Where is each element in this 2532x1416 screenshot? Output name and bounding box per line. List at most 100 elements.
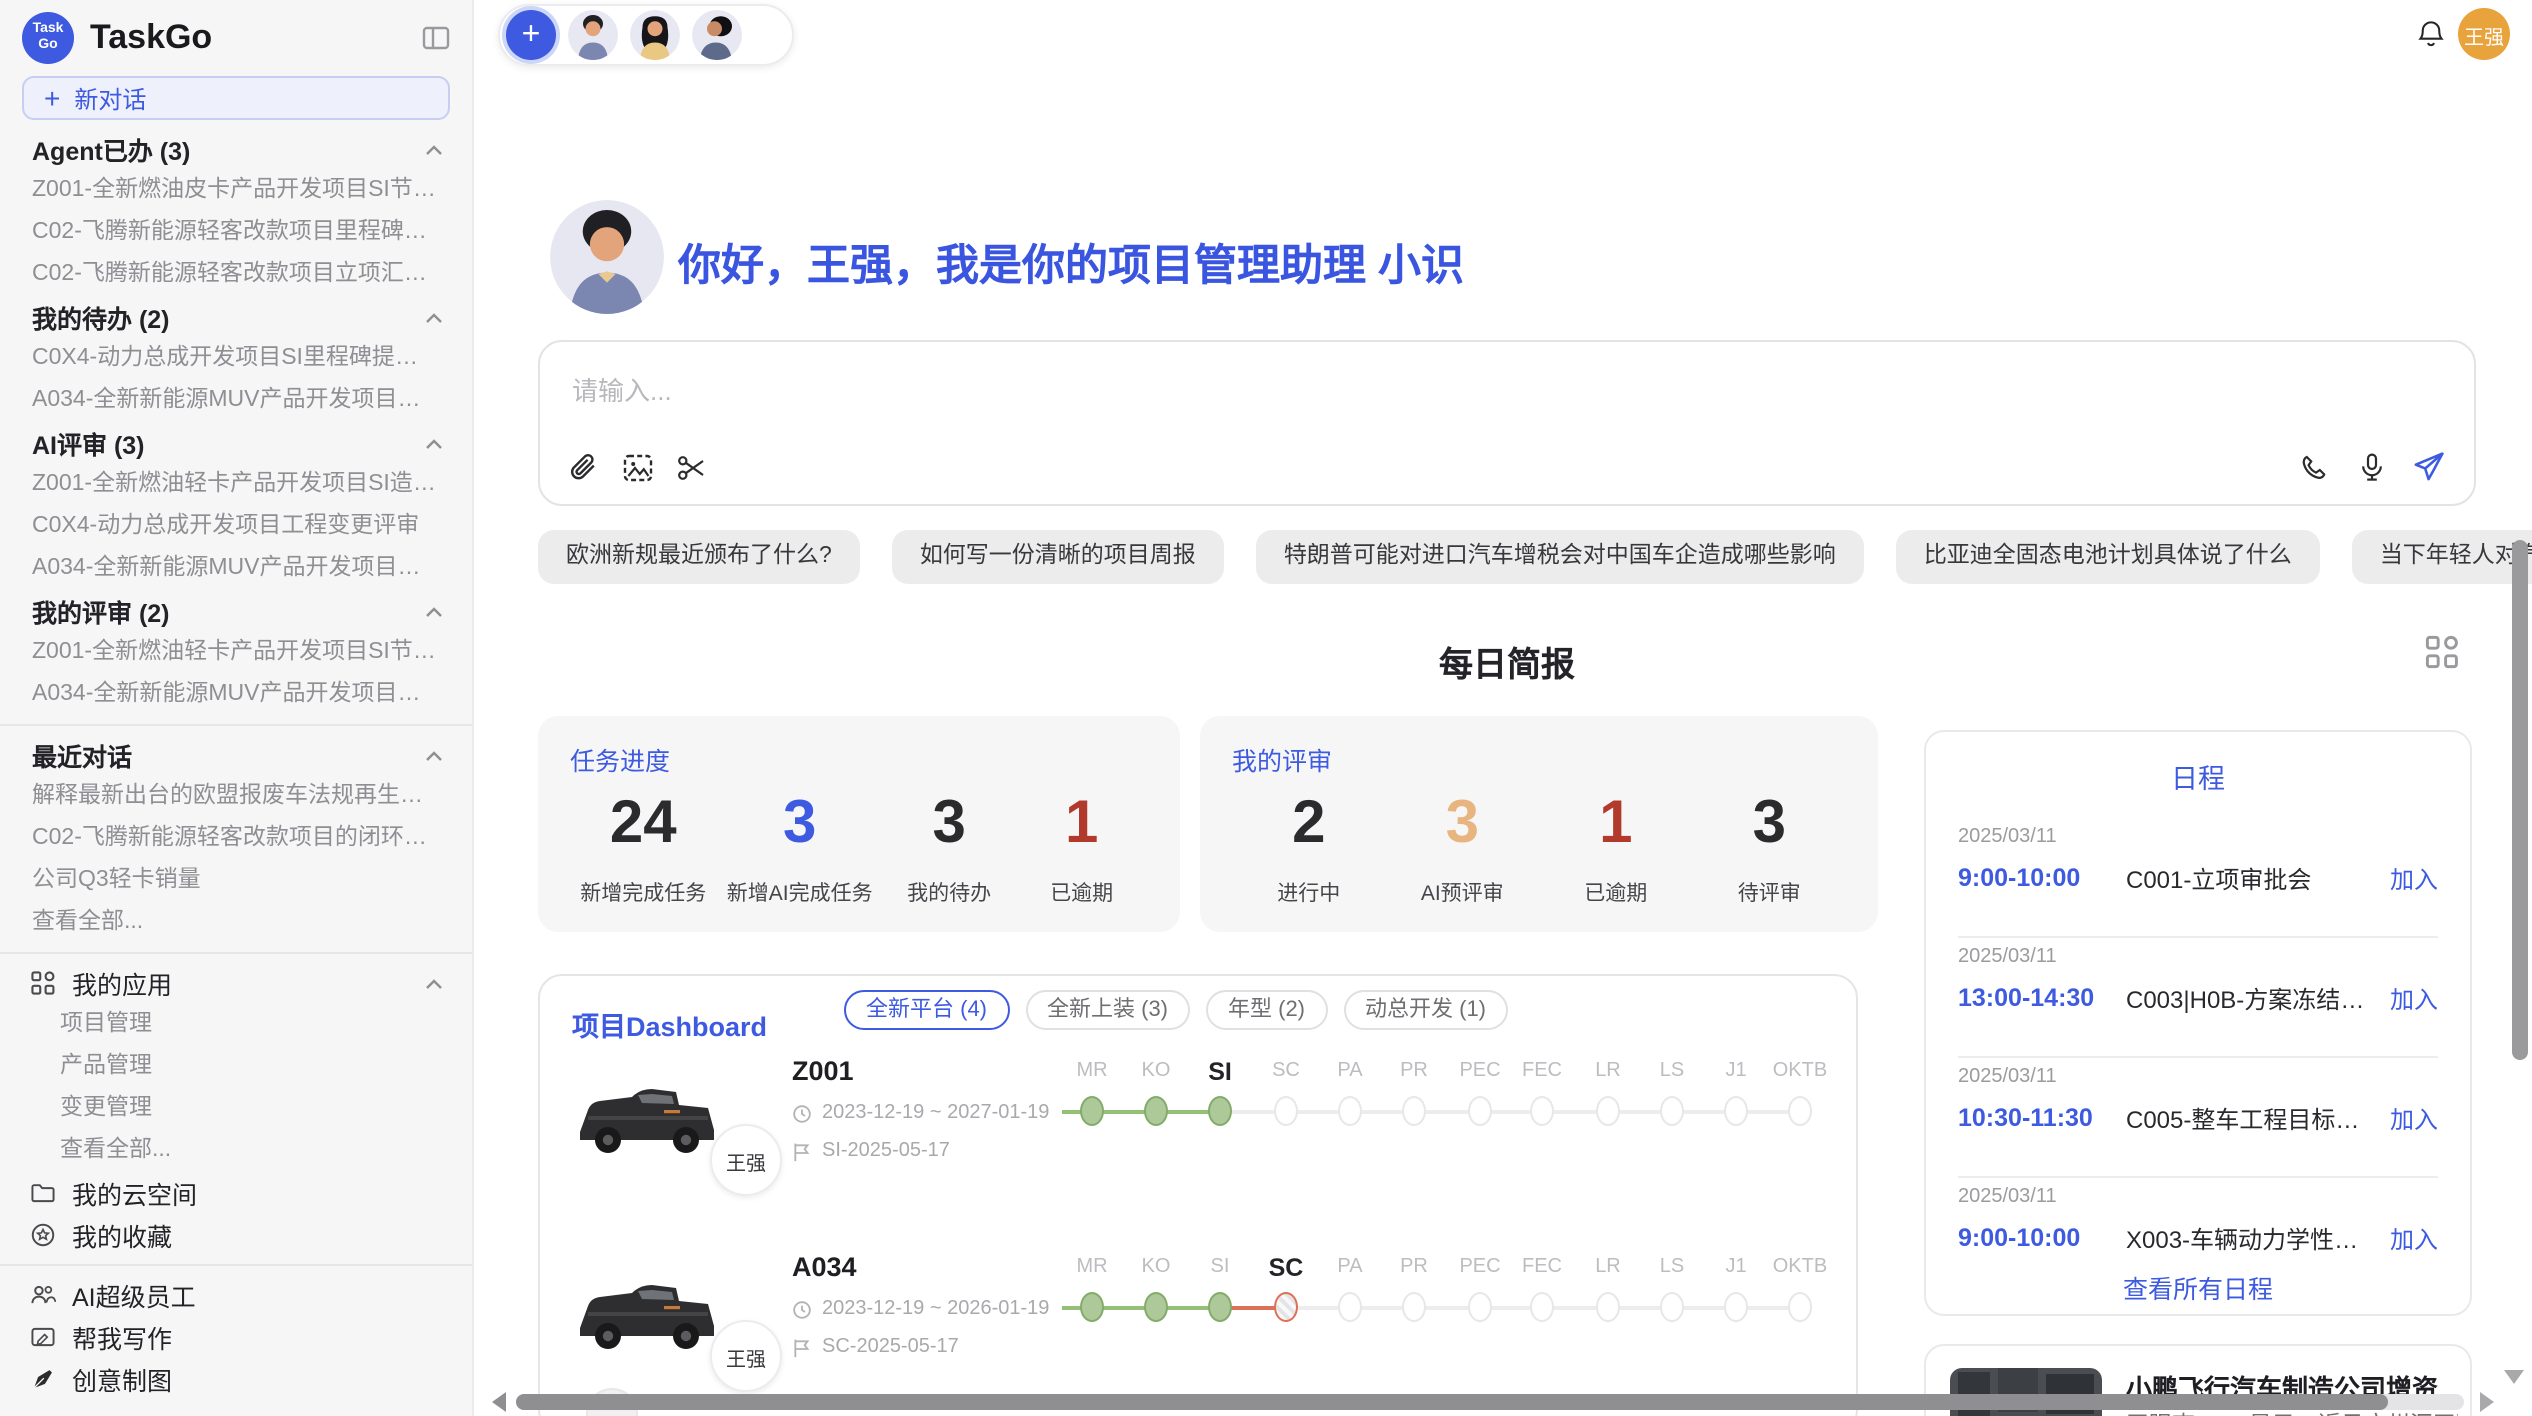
sidebar-section-my-todo[interactable]: 我的待办 (2) (0, 296, 472, 338)
vertical-scrollbar-thumb[interactable] (2512, 540, 2528, 1060)
chevron-up-icon[interactable] (422, 139, 446, 159)
sidebar-item[interactable]: C0X4-动力总成开发项目工程变更评审 (0, 506, 472, 548)
sidebar-item-help-me-write[interactable]: 帮我写作 (0, 1316, 472, 1358)
sidebar-view-all-chats[interactable]: 查看全部... (0, 902, 472, 944)
section-title: AI评审 (3) (32, 424, 145, 462)
project-row[interactable]: 王强 Z001 2023-12-19 ~ 2027-01-19 SI-2025-… (540, 1052, 1856, 1252)
dashboard-title: 项目Dashboard (572, 1004, 767, 1044)
sidebar-list: Agent已办 (3) Z001-全新燃油皮卡产品开发项目SI节点Lesson … (0, 128, 472, 1400)
view-all-schedule-link[interactable]: 查看所有日程 (1926, 1268, 2470, 1306)
join-link[interactable]: 加入 (2390, 861, 2438, 895)
send-icon[interactable] (2412, 450, 2446, 484)
user-avatar[interactable]: 王强 (2458, 8, 2510, 60)
sidebar-item-ai-super-staff[interactable]: AI超级员工 (0, 1274, 472, 1316)
tab-model-year[interactable]: 年型 (2) (1206, 990, 1327, 1030)
agent-avatar[interactable] (568, 10, 618, 60)
app-title: TaskGo (90, 18, 406, 58)
sidebar-item[interactable]: Z001-全新燃油轻卡产品开发项目SI节点属性5D文件评审 (0, 632, 472, 674)
sidebar-item-project-mgmt[interactable]: 项目管理 (0, 1004, 472, 1046)
sidebar-item-creative-drawing[interactable]: 创意制图 (0, 1358, 472, 1400)
section-title: Agent已办 (3) (32, 130, 190, 168)
stat: 1已逾期 (1560, 790, 1672, 908)
sidebar-view-all-apps[interactable]: 查看全部... (0, 1130, 472, 1172)
cloud-space-label: 我的云空间 (72, 1174, 197, 1212)
layout-grid-icon[interactable] (2424, 634, 2460, 670)
project-code: A034 (792, 1252, 1049, 1282)
divider (1958, 1176, 2438, 1178)
project-info: Z001 2023-12-19 ~ 2027-01-19 SI-2025-05-… (792, 1056, 1049, 1162)
project-row[interactable]: 王强 A034 2023-12-19 ~ 2026-01-19 SC-2025-… (540, 1248, 1856, 1416)
collapse-panel-icon[interactable] (422, 24, 450, 52)
tab-powertrain[interactable]: 动总开发 (1) (1343, 990, 1508, 1030)
schedule-item: 9:00-10:00 X003-车辆动力学性能验... 加入 (1958, 1220, 2438, 1256)
scissors-icon[interactable] (676, 452, 708, 484)
sidebar-section-agent-done[interactable]: Agent已办 (3) (0, 128, 472, 170)
divider (1958, 1056, 2438, 1058)
sidebar-item[interactable]: A034-全新新能源MUV产品开发项目法规符合性评审 (0, 548, 472, 590)
chevron-up-icon[interactable] (422, 745, 446, 765)
scroll-left-arrow-icon[interactable] (492, 1392, 506, 1412)
sidebar-item[interactable]: Z001-全新燃油皮卡产品开发项目SI节点Lesson Learn报告 (0, 170, 472, 212)
sidebar-item-my-apps[interactable]: 我的应用 (0, 962, 472, 1004)
add-agent-button[interactable]: + (506, 10, 556, 60)
sidebar-item[interactable]: C02-飞腾新能源轻客改款项目立项汇报方案 (0, 254, 472, 296)
suggestion-chip[interactable]: 特朗普可能对进口汽车增税会对中国车企造成哪些影响 (1256, 530, 1864, 584)
sidebar-item[interactable]: A034-全新新能源MUV产品开发项目造型可行性评审 (0, 674, 472, 716)
sidebar-section-recent-chats[interactable]: 最近对话 (0, 734, 472, 776)
chevron-up-icon[interactable] (422, 433, 446, 453)
stats-row: 24新增完成任务 3新增AI完成任务 3我的待办 1已逾期 (570, 790, 1148, 908)
scroll-down-arrow-icon[interactable] (2504, 1370, 2524, 1384)
phone-icon[interactable] (2300, 451, 2332, 483)
milestone-node: PR (1380, 1254, 1448, 1322)
sidebar-item[interactable]: C02-飞腾新能源轻客改款项目的闭环通告反馈情况 (0, 818, 472, 860)
tab-new-platform[interactable]: 全新平台 (4) (844, 990, 1009, 1030)
stat: 2进行中 (1253, 790, 1365, 908)
sidebar-item-change-mgmt[interactable]: 变更管理 (0, 1088, 472, 1130)
suggestion-chip[interactable]: 欧洲新规最近颁布了什么? (538, 530, 860, 584)
chevron-up-icon[interactable] (422, 973, 446, 993)
chevron-up-icon[interactable] (422, 601, 446, 621)
sidebar-item[interactable]: A034-全新新能源MUV产品开发项目计划变更表编写 (0, 380, 472, 422)
sidebar-item[interactable]: 解释最新出台的欧盟报废车法规再生塑料比例被调至15%... (0, 776, 472, 818)
divider (0, 724, 472, 726)
composer-left-tools (568, 452, 708, 484)
schedule-name: C005-整车工程目标评审 (2126, 1101, 2374, 1135)
suggestion-chip[interactable]: 当下年轻人对汽车外观有怎样的喜好趋势 (2352, 530, 2532, 584)
suggestion-chips: 欧洲新规最近颁布了什么? 如何写一份清晰的项目周报 特朗普可能对进口汽车增税会对… (538, 530, 2532, 584)
sidebar-section-my-review[interactable]: 我的评审 (2) (0, 590, 472, 632)
sidebar-item-favorites[interactable]: 我的收藏 (0, 1214, 472, 1256)
schedule-card: 日程 2025/03/11 9:00-10:00 C001-立项审批会 加入 2… (1924, 730, 2472, 1316)
notification-bell-icon[interactable] (2416, 18, 2446, 50)
suggestion-chip[interactable]: 比亚迪全固态电池计划具体说了什么 (1896, 530, 2320, 584)
card-title: 任务进度 (570, 740, 1148, 778)
sidebar-item-product-mgmt[interactable]: 产品管理 (0, 1046, 472, 1088)
project-dashboard-card: 项目Dashboard 全新平台 (4) 全新上装 (3) 年型 (2) 动总开… (538, 974, 1858, 1416)
sidebar-item[interactable]: Z001-全新燃油轻卡产品开发项目SI造型提交物评审 (0, 464, 472, 506)
sidebar-item[interactable]: C0X4-动力总成开发项目SI里程碑提交物检查 (0, 338, 472, 380)
milestone-node: PR (1380, 1058, 1448, 1126)
new-chat-button[interactable]: + 新对话 (22, 76, 450, 120)
join-link[interactable]: 加入 (2390, 1221, 2438, 1255)
join-link[interactable]: 加入 (2390, 981, 2438, 1015)
assistant-avatar (550, 200, 664, 314)
attach-icon[interactable] (568, 452, 600, 484)
mic-icon[interactable] (2356, 451, 2388, 483)
suggestion-chip[interactable]: 如何写一份清晰的项目周报 (892, 530, 1224, 584)
chat-input[interactable] (568, 374, 1776, 408)
scroll-right-arrow-icon[interactable] (2480, 1392, 2494, 1412)
new-chat-label: 新对话 (74, 81, 146, 115)
join-link[interactable]: 加入 (2390, 1101, 2438, 1135)
tab-new-body[interactable]: 全新上装 (3) (1025, 990, 1190, 1030)
image-icon[interactable] (622, 452, 654, 484)
sidebar-item[interactable]: C02-飞腾新能源轻客改款项目里程碑画布 (0, 212, 472, 254)
horizontal-scrollbar-thumb[interactable] (516, 1394, 2388, 1410)
sidebar-section-ai-review[interactable]: AI评审 (3) (0, 422, 472, 464)
milestone-node: LS (1638, 1058, 1706, 1126)
chevron-up-icon[interactable] (422, 307, 446, 327)
divider (1958, 936, 2438, 938)
sidebar-item-cloud-space[interactable]: 我的云空间 (0, 1172, 472, 1214)
agent-avatar[interactable] (692, 10, 742, 60)
my-review-card: 我的评审 2进行中 3AI预评审 1已逾期 3待评审 (1200, 716, 1878, 932)
agent-avatar[interactable] (630, 10, 680, 60)
sidebar-item[interactable]: 公司Q3轻卡销量 (0, 860, 472, 902)
